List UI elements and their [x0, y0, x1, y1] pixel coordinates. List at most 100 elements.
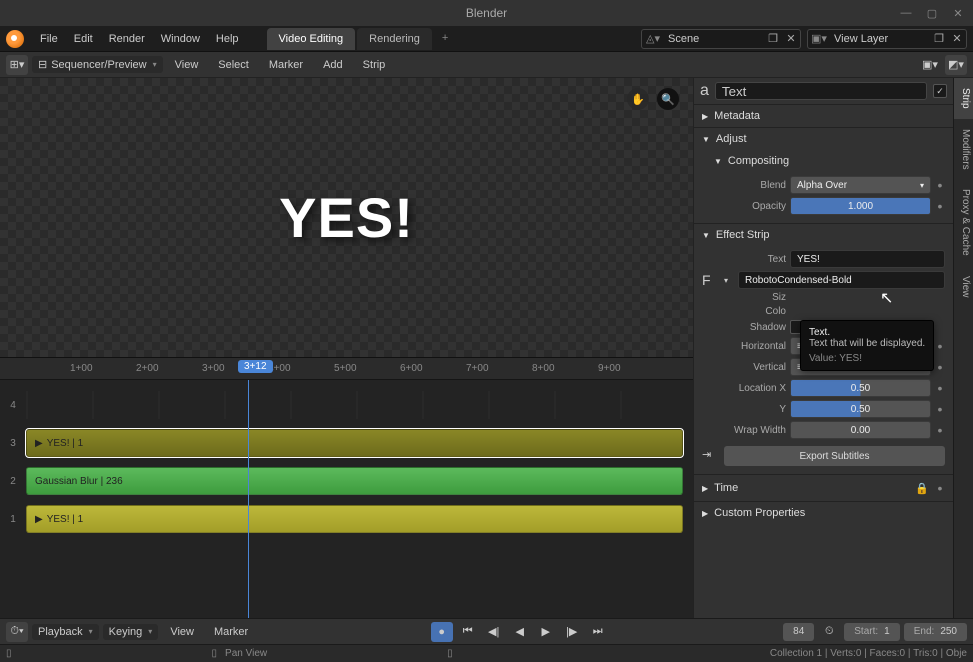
- section-effect-strip[interactable]: ▼Effect Strip: [694, 224, 953, 246]
- label-blend: Blend: [702, 180, 786, 191]
- sequencer-icon: ⊟: [38, 58, 47, 71]
- text-input[interactable]: YES!: [790, 250, 945, 268]
- channel-number: 4: [0, 400, 26, 411]
- font-name-field[interactable]: RobotoCondensed-Bold: [738, 271, 945, 289]
- workspace-add-button[interactable]: +: [434, 28, 456, 50]
- label-location-x: Location X: [702, 383, 786, 394]
- lock-icon[interactable]: 🔒: [915, 482, 929, 495]
- blender-logo-icon[interactable]: [6, 30, 24, 48]
- section-time[interactable]: ▶Time🔒•: [694, 475, 953, 501]
- label-wrap: Wrap Width: [702, 425, 786, 436]
- side-tab-proxy[interactable]: Proxy & Cache: [954, 179, 973, 266]
- tooltip: Text. Text that will be displayed. Value…: [800, 320, 934, 371]
- menu-edit[interactable]: Edit: [66, 29, 101, 49]
- close-icon[interactable]: ✕: [951, 6, 965, 20]
- editor-type-icon[interactable]: ⊞▾: [6, 55, 28, 75]
- section-metadata[interactable]: ▶Metadata: [694, 105, 953, 127]
- viewlayer-new-icon[interactable]: ❐: [930, 32, 948, 45]
- viewlayer-selector[interactable]: ▣▾ ❐ ✕: [807, 29, 967, 49]
- location-x-slider[interactable]: 0.50: [790, 379, 931, 397]
- workspace-tab-video-editing[interactable]: Video Editing: [267, 28, 356, 50]
- display-channels-icon[interactable]: ▣▾: [919, 55, 941, 75]
- label-opacity: Opacity: [702, 201, 786, 212]
- blend-dropdown[interactable]: Alpha Over: [790, 176, 931, 194]
- channel-number: 2: [0, 476, 26, 487]
- maximize-icon[interactable]: ▢: [925, 6, 939, 20]
- menu-help[interactable]: Help: [208, 29, 247, 49]
- label-vertical: Vertical: [702, 362, 786, 373]
- status-stats: Collection 1 | Verts:0 | Faces:0 | Tris:…: [770, 648, 967, 659]
- label-location-y: Y: [702, 404, 786, 415]
- label-horizontal: Horizontal: [702, 341, 786, 352]
- timeline-ruler[interactable]: 1+00 2+00 3+00 4+00 5+00 6+00 7+00 8+00 …: [0, 358, 693, 380]
- label-size: Siz: [702, 292, 786, 303]
- scene-selector[interactable]: ◬▾ ❐ ✕: [641, 29, 801, 49]
- minimize-icon[interactable]: —: [899, 6, 913, 20]
- strip-icon: ▶: [35, 514, 43, 525]
- channel-number: 3: [0, 438, 26, 449]
- preview-text-display: YES!: [279, 185, 414, 250]
- overlays-icon[interactable]: ◩▾: [945, 55, 967, 75]
- text-glyph-icon: a: [700, 82, 709, 100]
- seq-menu-strip[interactable]: Strip: [355, 55, 394, 75]
- menu-window[interactable]: Window: [153, 29, 208, 49]
- menu-render[interactable]: Render: [101, 29, 153, 49]
- mouse-right-icon: ▯: [447, 648, 453, 659]
- font-glyph-icon: F: [702, 272, 720, 288]
- keyframe-dot-icon[interactable]: •: [935, 338, 945, 354]
- section-custom-props[interactable]: ▶Custom Properties: [694, 502, 953, 524]
- export-subtitles-button[interactable]: Export Subtitles: [724, 446, 945, 466]
- label-shadow: Shadow: [702, 322, 786, 333]
- seq-menu-add[interactable]: Add: [315, 55, 351, 75]
- seq-menu-view[interactable]: View: [167, 55, 207, 75]
- zoom-icon[interactable]: 🔍: [657, 88, 679, 110]
- channel-number: 1: [0, 514, 26, 525]
- strip-effect[interactable]: Gaussian Blur | 236: [26, 467, 683, 495]
- keyframe-dot-icon[interactable]: •: [935, 177, 945, 193]
- workspace-tab-rendering[interactable]: Rendering: [357, 28, 432, 50]
- strip-mute-checkbox[interactable]: [933, 84, 947, 98]
- keyframe-dot-icon[interactable]: •: [935, 422, 945, 438]
- label-color: Colo: [702, 306, 786, 317]
- side-tab-strip[interactable]: Strip: [954, 78, 973, 119]
- side-tab-view[interactable]: View: [954, 266, 973, 308]
- label-text: Text: [702, 254, 786, 265]
- keyframe-dot-icon[interactable]: •: [935, 380, 945, 396]
- section-adjust[interactable]: ▼Adjust: [694, 128, 953, 150]
- keyframe-dot-icon[interactable]: •: [935, 198, 945, 214]
- seq-menu-marker[interactable]: Marker: [261, 55, 311, 75]
- scene-browse-icon[interactable]: ◬▾: [642, 32, 664, 45]
- window-titlebar: Blender — ▢ ✕: [0, 0, 973, 26]
- side-tabs: Strip Modifiers Proxy & Cache View: [953, 78, 973, 618]
- sequencer-header: ⊞▾ ⊟ Sequencer/Preview View Select Marke…: [0, 52, 973, 78]
- keyframe-dot-icon[interactable]: •: [935, 401, 945, 417]
- playback-bar: ⏱▾ Playback Keying View Marker ● ⏮ ◀| ◀ …: [0, 618, 973, 644]
- strip-text[interactable]: ▶YES! | 1: [26, 505, 683, 533]
- preview-area[interactable]: YES! ✋ 🔍: [0, 78, 693, 358]
- seq-menu-select[interactable]: Select: [210, 55, 257, 75]
- scene-new-icon[interactable]: ❐: [764, 32, 782, 45]
- playhead-frame-label[interactable]: 3+12: [238, 360, 273, 373]
- playhead-line[interactable]: [248, 380, 249, 618]
- section-compositing[interactable]: ▼Compositing: [694, 150, 953, 172]
- chevron-down-icon[interactable]: ▾: [724, 276, 734, 285]
- pan-icon[interactable]: ✋: [627, 88, 649, 110]
- side-tab-modifiers[interactable]: Modifiers: [954, 119, 973, 180]
- status-hint: Pan View: [225, 648, 267, 659]
- scene-delete-icon[interactable]: ✕: [782, 32, 800, 45]
- viewlayer-name-input[interactable]: [830, 33, 930, 45]
- keyframe-dot-icon[interactable]: •: [935, 359, 945, 375]
- viewlayer-browse-icon[interactable]: ▣▾: [808, 32, 830, 45]
- sequencer-mode-dropdown[interactable]: ⊟ Sequencer/Preview: [32, 56, 163, 73]
- strip-text-active[interactable]: ▶YES! | 1: [26, 429, 683, 457]
- viewlayer-delete-icon[interactable]: ✕: [948, 32, 966, 45]
- strip-name-input[interactable]: [715, 82, 927, 100]
- timeline-area[interactable]: 1+00 2+00 3+00 4+00 5+00 6+00 7+00 8+00 …: [0, 358, 693, 618]
- opacity-slider[interactable]: 1.000: [790, 197, 931, 215]
- location-y-slider[interactable]: 0.50: [790, 400, 931, 418]
- export-icon: ⇥: [702, 448, 720, 461]
- topbar: File Edit Render Window Help Video Editi…: [0, 26, 973, 52]
- wrap-width-slider[interactable]: 0.00: [790, 421, 931, 439]
- scene-name-input[interactable]: [664, 33, 764, 45]
- menu-file[interactable]: File: [32, 29, 66, 49]
